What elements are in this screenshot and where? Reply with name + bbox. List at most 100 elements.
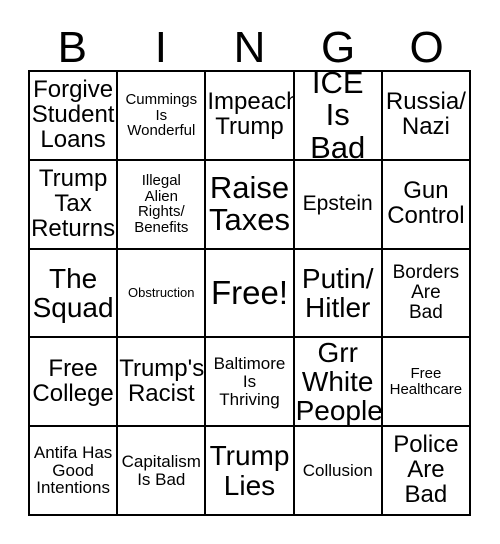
bingo-cell-line: Gun [403,177,449,205]
bingo-cell-r1c2[interactable]: Cummings Is Wonderful [118,72,207,161]
bingo-cell-label: Antifa Has Good Intentions [31,444,115,497]
bingo-cell-line: Benefits [134,218,189,236]
bingo-cell-line: Are [407,456,445,484]
bingo-cell-line: Returns [31,214,116,242]
bingo-cell-r5c4[interactable]: Collusion [294,427,383,516]
bingo-cell-r2c4[interactable]: Epstein [294,160,383,250]
bingo-cell-line: Rights/ [137,203,185,221]
bingo-header-letter-o: O [409,23,444,72]
bingo-cell-r5c1[interactable]: Antifa Has Good Intentions [30,427,119,516]
bingo-cell-line: Trump [209,440,290,472]
bingo-header-letter-g: G [320,23,356,72]
bingo-header-letter-n: N [233,23,266,72]
bingo-cell-label: Impeach Trump [207,88,295,140]
bingo-cell-line: Lies [223,469,276,501]
bingo-cell-label: Police Are Bad [384,431,468,509]
bingo-cell-r5c2[interactable]: Capitalism Is Bad [118,427,207,516]
bingo-cell-r3c3[interactable]: Free! [206,249,295,339]
bingo-cell-line: Tax [54,189,92,217]
bingo-cell-r5c5[interactable]: Police Are Bad [382,427,471,516]
bingo-cell-r5c3[interactable]: Trump Lies [206,427,295,516]
bingo-cell-r4c2[interactable]: Trump's Racist [118,338,207,428]
bingo-cell-label: Putin/Hitler [296,264,380,322]
bingo-cell-r2c2[interactable]: Illegal Alien Rights/Benefits [118,160,207,250]
bingo-cell-line: Good [52,460,94,480]
bingo-cell-r3c5[interactable]: Borders Are Bad [382,249,471,339]
bingo-cell-r3c2[interactable]: Obstruction [118,249,207,339]
bingo-cell-line: Trump [38,164,108,192]
bingo-grid: Forgive Student Loans Cummings Is Wonderful Im… [28,70,471,516]
bingo-cell-line: Alien [144,187,178,205]
bingo-cell-line: Impeach [207,88,295,116]
bingo-cell-line: Raise [209,169,290,205]
bingo-cell-line: Intentions [36,478,110,498]
bingo-cell-r1c3[interactable]: Impeach Trump [206,72,295,161]
bingo-cell-line: Putin/ [301,262,374,294]
bingo-cell-line: Obstruction [128,285,195,301]
bingo-cell-label: Trump's Racist [119,354,205,407]
bingo-cell-line: Healthcare [389,380,463,398]
bingo-cell-line: Epstein [302,192,373,216]
bingo-cell-r2c5[interactable]: Gun Control [382,160,471,250]
bingo-cell-line: White [301,366,374,398]
bingo-cell-line: Hitler [305,291,371,323]
bingo-cell-line: Student [31,100,115,128]
bingo-cell-line: Thriving [219,389,280,409]
bingo-cell-label: Trump Tax Returns [31,164,116,242]
bingo-cell-label: The Squad [31,264,115,322]
bingo-cell-label: Borders Are Bad [384,263,468,322]
bingo-card: BINGO Forgive Student Loans Cummings Is Wonde… [0,0,500,544]
bingo-cell-label: Capitalism Is Bad [119,453,203,488]
bingo-cell-line: Control [387,202,465,230]
bingo-cell-line: People [295,395,383,427]
bingo-cell-r4c3[interactable]: Baltimore Is Thriving [206,338,295,428]
bingo-cell-line: Squad [32,291,114,323]
bingo-cell-line: Bad [408,301,443,323]
bingo-cell-line: Is [242,371,257,391]
bingo-cell-line: Capitalism [121,451,201,471]
bingo-header-letter-b: B [57,23,87,72]
bingo-cell-line: The [48,262,98,294]
bingo-cell-label: Grr White People [295,338,383,427]
bingo-cell-r4c1[interactable]: Free College [30,338,119,428]
bingo-cell-line: Racist [127,379,195,407]
bingo-header-letter-i: I [154,23,167,72]
bingo-cell-r4c5[interactable]: Free Healthcare [382,338,471,428]
bingo-cell-label: ICE Is Bad [296,72,380,161]
bingo-cell-line: Police [393,431,459,459]
bingo-cell-label: Trump Lies [207,441,291,499]
bingo-cell-r4c4[interactable]: Grr White People [294,338,383,428]
bingo-cell-line: Nazi [401,113,450,141]
bingo-cell-line: Bad [310,129,366,161]
bingo-cell-line: Baltimore [213,354,286,374]
bingo-cell-line: Free [48,354,98,382]
bingo-cell-label: Gun Control [384,177,468,230]
bingo-cell-r3c4[interactable]: Putin/Hitler [294,249,383,339]
bingo-cell-line: Free! [210,273,288,311]
bingo-cell-r1c1[interactable]: Forgive Student Loans [30,72,119,161]
bingo-cell-line: Bad [404,481,448,509]
bingo-cell-label: Obstruction [119,286,203,300]
bingo-cell-label: Free Healthcare [384,366,468,397]
bingo-cell-line: Grr [317,338,358,369]
bingo-header: BINGO [28,16,471,70]
bingo-cell-line: Free [410,365,442,383]
bingo-cell-r1c5[interactable]: Russia/Nazi [382,72,471,161]
bingo-cell-line: Forgive [33,75,114,103]
bingo-cell-r1c4[interactable]: ICE Is Bad [294,72,383,161]
bingo-cell-r2c3[interactable]: Raise Taxes [206,160,295,250]
bingo-cell-line: Russia/ [385,88,466,116]
bingo-cell-label: Epstein [296,193,380,215]
bingo-cell-label: Cummings Is Wonderful [119,92,203,139]
bingo-cell-line: Antifa Has [33,443,113,463]
bingo-cell-label: Raise Taxes [207,169,291,236]
bingo-cell-r3c1[interactable]: The Squad [30,249,119,339]
bingo-cell-line: Illegal [141,172,181,189]
bingo-cell-line: Borders [392,262,460,284]
bingo-cell-line: Wonderful [127,122,196,140]
bingo-cell-line: Cummings [125,91,198,108]
bingo-cell-label: Baltimore Is Thriving [207,355,291,408]
bingo-cell-line: Trump's [119,354,205,382]
bingo-cell-line: College [32,379,114,407]
bingo-cell-r2c1[interactable]: Trump Tax Returns [30,160,119,250]
